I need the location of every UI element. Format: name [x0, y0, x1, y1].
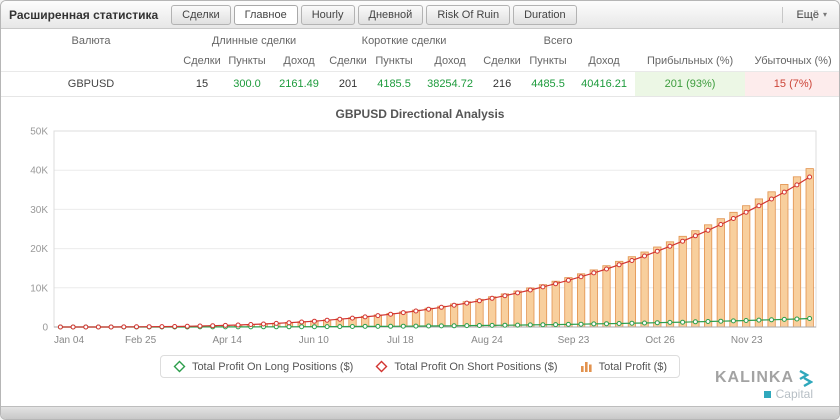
col-group-long: Длинные сделки — [211, 35, 297, 47]
svg-text:Sep 23: Sep 23 — [558, 335, 590, 346]
col-header-currency: Валюта — [71, 35, 111, 47]
legend-label: Total Profit ($) — [598, 360, 668, 373]
tab-duration[interactable]: Duration — [513, 4, 577, 25]
report-widget: Расширенная статистика Сделки Главное Ho… — [0, 0, 840, 420]
cell-short-points: 4185.5 — [369, 71, 420, 97]
col-long-income: Доход — [283, 55, 315, 67]
cell-losing: 15 (7%) — [745, 71, 839, 97]
col-long-deals: Сделки — [183, 55, 221, 67]
col-group-empty — [635, 29, 839, 51]
svg-text:Jun 10: Jun 10 — [299, 335, 329, 346]
stats-table: Валюта Длинные сделки Короткие сделки Вс… — [1, 29, 839, 97]
legend-item-total-profit: Total Profit ($) — [580, 360, 667, 373]
table-row: GBPUSD 15 300.0 2161.49 201 4185.5 38254… — [1, 71, 839, 97]
svg-text:Oct 26: Oct 26 — [645, 335, 675, 346]
page-title: Расширенная статистика — [9, 7, 159, 22]
tab-daily[interactable]: Дневной — [357, 4, 424, 25]
tab-hourly[interactable]: Hourly — [300, 4, 355, 25]
cell-long-deals: 15 — [181, 71, 223, 97]
diamond-marker-icon — [173, 360, 186, 373]
col-profitable: Прибыльных (%) — [646, 55, 734, 67]
svg-text:0: 0 — [42, 323, 48, 334]
col-group-short: Короткие сделки — [361, 35, 447, 47]
window-bottom-bar — [1, 406, 839, 419]
svg-text:10K: 10K — [30, 283, 48, 294]
cell-long-points: 300.0 — [223, 71, 271, 97]
svg-text:50K: 50K — [30, 127, 48, 138]
cell-short-deals: 201 — [327, 71, 370, 97]
tab-risk-of-ruin[interactable]: Risk Of Ruin — [426, 4, 511, 25]
tab-main[interactable]: Главное — [233, 4, 298, 25]
chart-block: GBPUSD Directional Analysis 0 10K 20K 30K 40… — [1, 97, 839, 406]
directional-analysis-chart: 0 10K 20K 30K 40K 50K Jan 04 Feb 25 Apr 14 Jun 10… — [30, 127, 817, 346]
toolbar: Расширенная статистика Сделки Главное Ho… — [1, 1, 839, 29]
more-button-label: Ещё — [796, 8, 819, 21]
cell-currency: GBPUSD — [1, 71, 181, 97]
col-losing: Убыточных (%) — [754, 55, 832, 67]
chevron-down-icon: ▾ — [822, 10, 827, 19]
svg-text:Feb 25: Feb 25 — [125, 335, 157, 346]
col-short-points: Пункты — [375, 55, 413, 67]
legend-label: Total Profit On Short Positions ($) — [394, 360, 558, 373]
col-total-points: Пункты — [529, 55, 567, 67]
col-short-income: Доход — [434, 55, 466, 67]
cell-short-income: 38254.72 — [419, 71, 482, 97]
col-sub-empty — [1, 51, 181, 72]
bar-series-icon — [580, 362, 592, 372]
col-long-points: Пункты — [228, 55, 266, 67]
legend-item: Total Profit On Short Positions ($) — [375, 360, 558, 373]
cell-total-income: 40416.21 — [573, 71, 636, 97]
diamond-marker-icon — [375, 360, 388, 373]
svg-text:Jul 18: Jul 18 — [387, 335, 414, 346]
chart-title: GBPUSD Directional Analysis — [335, 107, 505, 121]
cell-total-points: 4485.5 — [523, 71, 574, 97]
more-button[interactable]: Ещё ▾ — [792, 6, 831, 24]
col-total-deals: Сделки — [483, 55, 521, 67]
cell-profitable: 201 (93%) — [635, 71, 746, 97]
table-group-header-row: Валюта Длинные сделки Короткие сделки Вс… — [1, 29, 839, 51]
col-short-deals: Сделки — [329, 55, 367, 67]
svg-text:Aug 24: Aug 24 — [471, 335, 503, 346]
table-sub-header-row: Сделки Пункты Доход Сделки Пункты Доход … — [1, 51, 839, 72]
svg-text:Nov 23: Nov 23 — [731, 335, 763, 346]
svg-text:30K: 30K — [30, 205, 48, 216]
cell-total-deals: 216 — [481, 71, 524, 97]
cell-long-income: 2161.49 — [271, 71, 328, 97]
toolbar-divider — [782, 6, 784, 23]
legend-item: Total Profit On Long Positions ($) — [173, 360, 353, 373]
svg-text:Apr 14: Apr 14 — [212, 335, 242, 346]
svg-text:40K: 40K — [30, 166, 48, 177]
svg-text:20K: 20K — [30, 244, 48, 255]
svg-text:Jan 04: Jan 04 — [54, 335, 84, 346]
tab-deals[interactable]: Сделки — [171, 4, 231, 25]
col-total-income: Доход — [588, 55, 620, 67]
col-group-total: Всего — [543, 35, 573, 47]
legend-label: Total Profit On Long Positions ($) — [191, 360, 354, 373]
chart-legend: Total Profit On Long Positions ($) Total … — [159, 355, 681, 378]
